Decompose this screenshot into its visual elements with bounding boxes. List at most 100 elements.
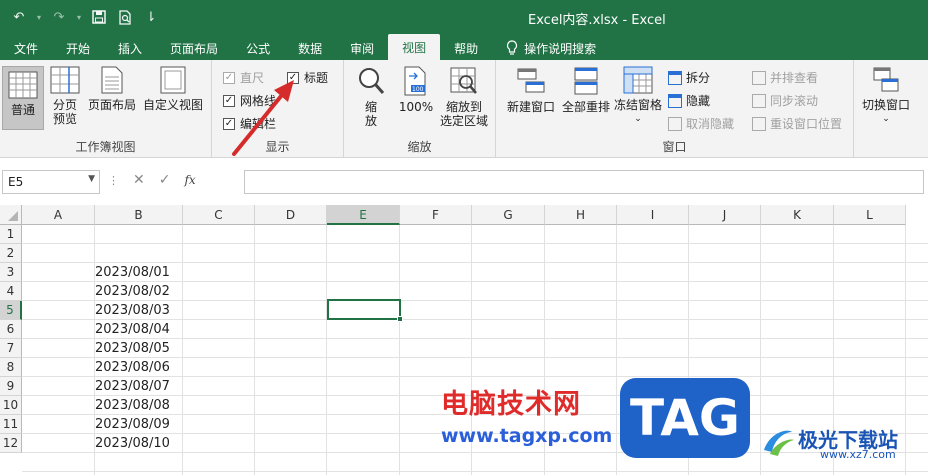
normal-view-label: 普通	[10, 103, 35, 117]
insert-function-icon[interactable]: fx	[184, 173, 195, 187]
tab-view[interactable]: 视图	[388, 34, 441, 60]
arrange-all-button[interactable]: 全部重排	[560, 66, 612, 114]
reset-window-position-button[interactable]: 重设窗口位置	[752, 115, 842, 132]
group-label-window: 窗口	[662, 140, 687, 154]
redo-icon[interactable]: ↷	[48, 6, 70, 28]
column-header-I[interactable]: I	[617, 205, 689, 225]
split-button[interactable]: 拆分	[668, 69, 710, 86]
select-all-corner[interactable]	[0, 205, 22, 225]
hide-button[interactable]: 隐藏	[668, 92, 710, 109]
freeze-panes-label: 冻结窗格	[613, 98, 662, 112]
group-label-zoom: 缩放	[407, 140, 432, 154]
freeze-panes-button[interactable]: 冻结窗格 ⌄	[612, 66, 664, 126]
grid-vline	[399, 225, 400, 475]
site-url: www.xz7.com	[820, 448, 896, 461]
aurora-logo-icon	[764, 430, 794, 456]
zoom-selection-icon	[450, 67, 477, 94]
row-header-4[interactable]: 4	[0, 282, 22, 301]
fill-handle[interactable]	[397, 316, 403, 322]
row-header-1[interactable]: 1	[0, 225, 22, 244]
cell-B10[interactable]: 2023/08/08	[95, 396, 183, 415]
switch-windows-button[interactable]: 切换窗口 ⌄	[858, 66, 914, 126]
switch-windows-icon	[873, 67, 899, 92]
page-layout-button[interactable]: 页面布局	[86, 66, 138, 112]
reset-position-icon	[752, 116, 766, 131]
active-cell-E5[interactable]	[327, 299, 403, 322]
enter-icon[interactable]: ✓	[159, 172, 171, 188]
row-header-12[interactable]: 12	[0, 434, 22, 453]
cell-B7[interactable]: 2023/08/05	[95, 339, 183, 358]
column-header-L[interactable]: L	[834, 205, 906, 225]
page-break-label-1: 分页	[52, 98, 77, 112]
split-label: 拆分	[686, 71, 711, 85]
name-box-dropdown-icon[interactable]: ▼	[88, 174, 95, 184]
cell-B12[interactable]: 2023/08/10	[95, 434, 183, 453]
row-header-3[interactable]: 3	[0, 263, 22, 282]
side-by-side-button[interactable]: 并排查看	[752, 69, 818, 86]
cell-B8[interactable]: 2023/08/06	[95, 358, 183, 377]
zoom-button[interactable]: 缩 放	[356, 66, 386, 128]
row-header-10[interactable]: 10	[0, 396, 22, 415]
cell-B5[interactable]: 2023/08/03	[95, 301, 183, 320]
row-header-2[interactable]: 2	[0, 244, 22, 263]
unhide-button[interactable]: 取消隐藏	[668, 115, 734, 132]
reset-position-label: 重设窗口位置	[770, 117, 843, 131]
save-icon[interactable]	[88, 6, 110, 28]
window-title-text: Excel内容.xlsx - Excel	[528, 13, 666, 28]
undo-icon[interactable]: ↶	[8, 6, 30, 28]
row-header-11[interactable]: 11	[0, 415, 22, 434]
customize-qat-icon[interactable]: ⇂	[140, 6, 162, 28]
arrange-all-icon	[574, 67, 598, 95]
column-header-C[interactable]: C	[183, 205, 255, 225]
zoom-to-selection-button[interactable]: 缩放到 选定区域	[436, 66, 492, 128]
tab-insert[interactable]: 插入	[104, 36, 156, 60]
tab-home[interactable]: 开始	[52, 36, 104, 60]
column-header-A[interactable]: A	[22, 205, 95, 225]
tab-page-layout[interactable]: 页面布局	[156, 36, 232, 60]
cell-B2[interactable]	[95, 244, 183, 263]
cell-B6[interactable]: 2023/08/04	[95, 320, 183, 339]
undo-dropdown-icon[interactable]: ▾	[34, 6, 44, 28]
row-header-9[interactable]: 9	[0, 377, 22, 396]
column-header-D[interactable]: D	[255, 205, 327, 225]
tab-help[interactable]: 帮助	[440, 36, 492, 60]
hide-icon	[668, 93, 682, 108]
ribbon-view: 普通 分页 预览 页面布局 自定义视图 工作簿视图 ✓ 直尺 ✓ 标题 ✓ 网格线 ✓…	[0, 60, 928, 158]
custom-views-button[interactable]: 自定义视图	[140, 66, 206, 112]
site-logo: 极光下载站 www.xz7.com	[760, 422, 928, 462]
column-header-E[interactable]: E	[327, 205, 400, 225]
column-header-K[interactable]: K	[761, 205, 834, 225]
redo-dropdown-icon[interactable]: ▾	[74, 6, 84, 28]
formula-bar: E5 ▼ ⋮ ✕ ✓ fx	[0, 168, 928, 196]
cell-B9[interactable]: 2023/08/07	[95, 377, 183, 396]
new-window-icon	[517, 68, 545, 93]
cancel-icon[interactable]: ✕	[133, 172, 145, 188]
tab-file[interactable]: 文件	[0, 36, 52, 60]
row-header-6[interactable]: 6	[0, 320, 22, 339]
tab-data[interactable]: 数据	[284, 36, 336, 60]
cell-B3[interactable]: 2023/08/01	[95, 263, 183, 282]
formula-input[interactable]	[244, 170, 924, 194]
page-break-preview-button[interactable]: 分页 预览	[48, 66, 82, 126]
normal-view-button[interactable]: 普通	[2, 66, 44, 130]
column-header-J[interactable]: J	[689, 205, 761, 225]
column-header-F[interactable]: F	[400, 205, 472, 225]
column-header-H[interactable]: H	[545, 205, 617, 225]
sync-scroll-button[interactable]: 同步滚动	[752, 92, 818, 109]
tab-review[interactable]: 审阅	[336, 36, 388, 60]
cell-B11[interactable]: 2023/08/09	[95, 415, 183, 434]
name-box[interactable]: E5 ▼	[2, 170, 100, 194]
cell-B4[interactable]: 2023/08/02	[95, 282, 183, 301]
new-window-button[interactable]: 新建窗口	[504, 66, 558, 114]
annotation-arrow	[232, 80, 294, 156]
print-preview-icon[interactable]	[114, 6, 136, 28]
row-header-7[interactable]: 7	[0, 339, 22, 358]
row-header-5[interactable]: 5	[0, 301, 22, 320]
tab-formulas[interactable]: 公式	[232, 36, 284, 60]
zoom-100-button[interactable]: 100 100%	[396, 66, 436, 114]
column-header-G[interactable]: G	[472, 205, 545, 225]
row-header-8[interactable]: 8	[0, 358, 22, 377]
tell-me-search[interactable]: 操作说明搜索	[492, 36, 610, 60]
column-header-B[interactable]: B	[95, 205, 183, 225]
cell-B1[interactable]	[95, 225, 183, 244]
